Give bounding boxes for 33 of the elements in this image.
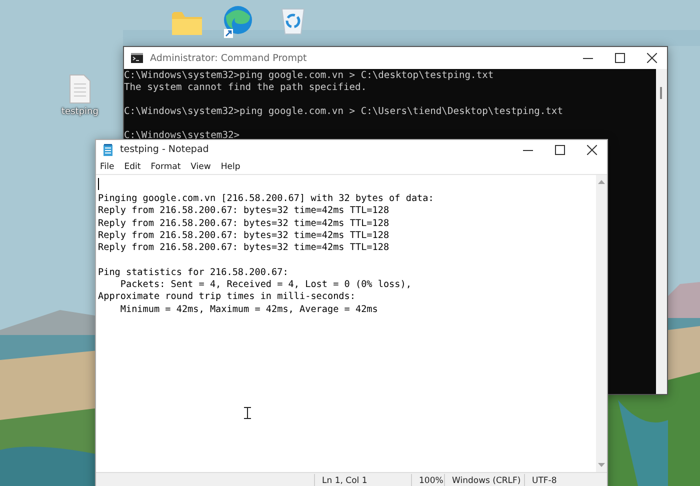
status-text: UTF-8: [524, 474, 594, 486]
scrollbar[interactable]: [656, 69, 667, 394]
text-line: Reply from 216.58.200.67: bytes=32 time=42ms TTL=128: [98, 230, 390, 242]
text-line: Packets: Sent = 4, Received = 4, Lost = 0 (0% loss),: [119, 279, 412, 292]
scroll-down-icon[interactable]: [598, 463, 605, 467]
scroll-up-icon[interactable]: [598, 180, 605, 184]
window-title: Administrator: Command Prompt: [150, 52, 308, 64]
menu-item[interactable]: Format: [150, 162, 181, 172]
status-text: Ln 1, Col 1: [314, 474, 411, 486]
status-text: 100%: [411, 474, 444, 486]
text-line: Minimum = 42ms, Maximum = 42ms, Average = 42ms: [119, 304, 379, 316]
status-text: Windows (CRLF): [444, 474, 524, 486]
console-icon: [131, 53, 143, 63]
window-title: testping - Notepad: [120, 144, 210, 155]
console-line: The system cannot find the path specified.: [124, 82, 368, 94]
text-line: Reply from 216.58.200.67: bytes=32 time=42ms TTL=128: [98, 242, 390, 254]
maximize-icon[interactable]: [555, 144, 565, 154]
scrollbar[interactable]: [596, 175, 607, 472]
menu-item[interactable]: Help: [220, 162, 240, 172]
console-line: C:\Windows\system32>ping google.com.vn > C:\desktop\testping.txt: [124, 70, 495, 82]
text-cursor-icon: [244, 407, 251, 419]
menu-item[interactable]: Edit: [124, 162, 141, 172]
close-icon[interactable]: [647, 53, 657, 63]
text-line: Approximate round trip times in milli-seconds:: [98, 291, 356, 304]
text-line: Pinging google.com.vn [216.58.200.67] with 32 bytes of data:: [98, 193, 435, 206]
console-line: C:\Windows\system32>: [124, 130, 241, 142]
text-line: Reply from 216.58.200.67: bytes=32 time=42ms TTL=128: [98, 205, 390, 218]
text-line: Ping statistics for 216.58.200.67:: [98, 266, 290, 280]
text-line: Reply from 216.58.200.67: bytes=32 time=42ms TTL=128: [98, 218, 390, 230]
maximize-icon[interactable]: [615, 53, 625, 63]
console-line: C:\Windows\system32>ping google.com.vn > C:\Users\tiend\Desktop\testping.txt: [124, 106, 564, 118]
menu-item[interactable]: View: [190, 162, 211, 172]
close-icon[interactable]: [587, 144, 597, 154]
